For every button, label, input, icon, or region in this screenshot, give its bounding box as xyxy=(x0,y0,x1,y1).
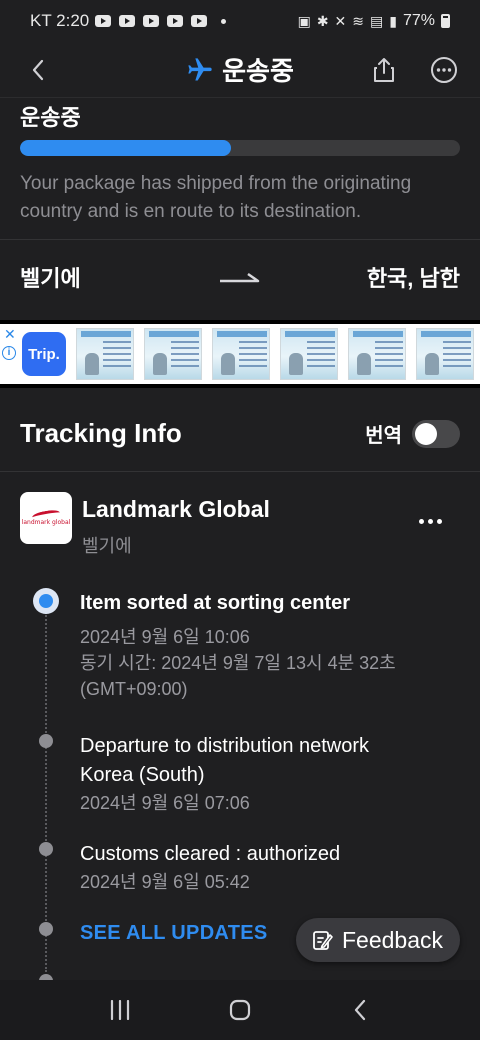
shipment-progress-fill xyxy=(20,140,232,156)
share-button[interactable] xyxy=(366,52,402,88)
recents-icon xyxy=(110,1000,130,1020)
ad-banner[interactable]: ✕ i Trip. xyxy=(0,320,480,388)
ad-card xyxy=(144,328,202,380)
back-icon xyxy=(354,999,366,1021)
battery-percent: 77% xyxy=(402,12,435,29)
ad-card xyxy=(348,328,406,380)
carrier-country: 벨기에 xyxy=(82,536,132,556)
event-title-line1: Departure to distribution network xyxy=(80,735,370,757)
route-origin: 벨기에 xyxy=(20,266,81,291)
timeline-event: Customs cleared : authorized 2024년 9월 6일… xyxy=(80,840,460,895)
event-sync-time: 동기 시간: 2024년 9월 7일 13시 4분 32초 xyxy=(80,653,396,673)
more-dot xyxy=(427,518,433,524)
carrier-name: Landmark Global xyxy=(82,496,270,522)
status-bar: KT 2:20 ▣ ✱ ✕ ≋ ▤ ▮ 77% xyxy=(0,0,480,42)
carrier-logo: landmark global xyxy=(20,492,72,544)
home-button[interactable] xyxy=(220,990,260,1030)
event-date: 2024년 9월 6일 10:06 xyxy=(80,627,250,647)
youtube-notification-icon xyxy=(191,15,208,27)
lock-icon: ▣ xyxy=(297,12,311,29)
feedback-label: Feedback xyxy=(342,926,444,953)
wifi-icon: ≋ xyxy=(352,12,365,29)
back-button[interactable] xyxy=(20,52,56,88)
feedback-button[interactable]: Feedback xyxy=(296,918,460,962)
carrier-more-button[interactable] xyxy=(416,510,444,532)
more-notifications-icon xyxy=(221,18,227,24)
tracking-info-title: Tracking Info xyxy=(20,418,182,448)
ad-cards xyxy=(76,328,474,380)
edit-icon xyxy=(313,931,333,950)
app-title-group: 운송중 xyxy=(186,51,294,88)
mute-icon: ✕ xyxy=(334,12,347,29)
shipment-progress-bar xyxy=(20,140,460,156)
share-icon xyxy=(374,58,394,82)
ad-info-icon[interactable]: i xyxy=(2,346,16,360)
carrier-card: landmark global Landmark Global 벨기에 xyxy=(20,490,460,560)
system-back-button[interactable] xyxy=(340,990,380,1030)
event-title: Item sorted at sorting center xyxy=(80,592,351,614)
tracking-info-header: Tracking Info 번역 xyxy=(0,396,480,472)
signal-icon: ▮ xyxy=(389,12,397,29)
timeline-event: Departure to distribution network Korea … xyxy=(80,732,460,816)
timeline-node-current xyxy=(33,588,59,614)
event-title-line2: Korea (South) xyxy=(80,764,205,786)
youtube-notification-icon xyxy=(95,15,112,27)
ad-card xyxy=(416,328,474,380)
system-nav-bar xyxy=(0,980,480,1040)
translate-toggle-group: 번역 xyxy=(365,419,460,448)
event-date: 2024년 9월 6일 07:06 xyxy=(80,793,250,813)
youtube-notification-icon xyxy=(167,15,184,27)
route-row: 벨기에 한국, 남한 xyxy=(0,241,480,313)
timeline-event: Item sorted at sorting center 2024년 9월 6… xyxy=(80,589,460,702)
recents-button[interactable] xyxy=(100,990,140,1030)
ad-close-icon[interactable]: ✕ xyxy=(4,326,16,343)
see-all-updates-button[interactable]: SEE ALL UPDATES xyxy=(80,922,268,945)
more-dot xyxy=(436,518,442,524)
timeline-node xyxy=(39,842,53,856)
route-destination: 한국, 남한 xyxy=(366,266,460,291)
shipment-status-description: Your package has shipped from the origin… xyxy=(20,173,412,222)
youtube-notification-icon xyxy=(143,15,160,27)
home-icon xyxy=(229,999,251,1021)
translate-toggle[interactable] xyxy=(412,419,460,448)
app-bar: 운송중 xyxy=(0,42,480,98)
youtube-notification-icon xyxy=(119,15,136,27)
event-title: Customs cleared : authorized xyxy=(80,843,341,865)
route-arrow-icon xyxy=(220,272,260,283)
more-dot xyxy=(418,518,424,524)
event-date: 2024년 9월 6일 05:42 xyxy=(80,872,250,892)
carrier-logo-text: landmark global xyxy=(21,518,71,526)
toggle-knob xyxy=(415,422,437,445)
more-options-button[interactable] xyxy=(426,52,462,88)
bluetooth-icon: ✱ xyxy=(316,12,329,29)
airplane-icon xyxy=(188,57,212,80)
translate-label: 번역 xyxy=(365,425,402,447)
shipment-status-section: 운송중 Your package has shipped from the or… xyxy=(0,98,480,240)
shipment-status-label: 운송중 xyxy=(20,105,81,130)
ad-logo: Trip. xyxy=(22,332,66,376)
timeline-node xyxy=(39,734,53,748)
back-icon xyxy=(32,59,44,81)
ad-card xyxy=(76,328,134,380)
ad-card xyxy=(212,328,270,380)
hd-icon: ▤ xyxy=(370,12,384,29)
page-title: 운송중 xyxy=(222,56,294,86)
event-timezone: (GMT+09:00) xyxy=(80,679,188,699)
ad-card xyxy=(280,328,338,380)
timeline-connector xyxy=(45,612,47,972)
battery-icon xyxy=(441,14,450,28)
more-icon xyxy=(431,57,457,83)
carrier-time: KT 2:20 xyxy=(30,11,90,30)
timeline-node xyxy=(39,922,53,936)
